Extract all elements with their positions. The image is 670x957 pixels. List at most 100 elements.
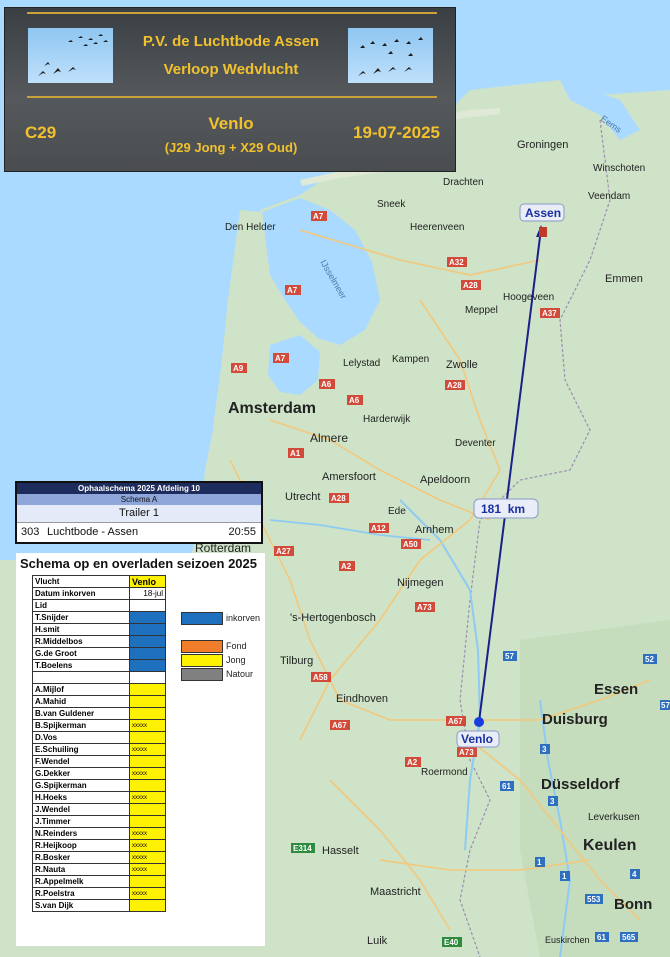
jong-member-value: [129, 899, 166, 912]
svg-text:A73: A73: [417, 603, 432, 612]
svg-text:A27: A27: [276, 547, 291, 556]
jong-member-label: R.Heijkoop: [32, 839, 130, 852]
schedule-name: Luchtbode - Assen: [47, 526, 139, 538]
inkorven-member-value: [129, 647, 166, 660]
city-roermond: Roermond: [421, 767, 468, 778]
city-maastricht: Maastricht: [370, 886, 421, 898]
city-drachten: Drachten: [443, 177, 484, 188]
city-den-helder: Den Helder: [225, 222, 276, 233]
city-apeldoorn: Apeldoorn: [420, 474, 470, 486]
road-57a: 57: [503, 651, 517, 661]
city-hertogenbosch: 's-Hertogenbosch: [290, 612, 376, 624]
road-a6a: A6: [319, 379, 335, 389]
jong-member-label: S.van Dijk: [32, 899, 130, 912]
jong-member-value: xxxxx: [129, 887, 166, 900]
jong-member-value: [129, 731, 166, 744]
jong-member: A.Mahid: [32, 695, 166, 708]
road-3a: 3: [548, 796, 558, 806]
city-ede: Ede: [388, 506, 406, 517]
distance-text: 181 km: [481, 502, 525, 516]
svg-text:A7: A7: [275, 354, 286, 363]
road-e40: E40: [442, 937, 462, 947]
legend-swatch-fond: [181, 640, 223, 653]
road-61a: 61: [500, 781, 514, 791]
jong-member-label: R.Appelmelk: [32, 875, 130, 888]
legend-swatch-natour: [181, 668, 223, 681]
city-amsterdam: Amsterdam: [228, 400, 316, 417]
inkorven-member-label: T.Snijder: [32, 611, 130, 624]
jong-member-label: A.Mijlof: [32, 683, 130, 696]
inkorven-member-value: [129, 635, 166, 648]
svg-text:A28: A28: [331, 494, 346, 503]
city-hoogeveen: Hoogeveen: [503, 292, 554, 303]
city-almere: Almere: [310, 431, 348, 445]
road-a37: A37: [540, 308, 560, 318]
city-bonn: Bonn: [614, 896, 652, 913]
schedule-number: 303: [21, 526, 40, 538]
jong-member: R.Poelstra xxxxx: [32, 887, 166, 900]
race-classes: (J29 Jong + X29 Oud): [164, 140, 298, 155]
birds-image-left: [28, 28, 113, 83]
road-4: 4: [630, 869, 640, 879]
jong-member-value: [129, 875, 166, 888]
svg-text:565: 565: [622, 933, 636, 942]
svg-text:E40: E40: [444, 938, 459, 947]
jong-member: B.Spijkerman xxxxx: [32, 719, 166, 732]
svg-text:4: 4: [632, 870, 637, 879]
city-utrecht: Utrecht: [285, 491, 320, 503]
svg-text:A58: A58: [313, 673, 328, 682]
jong-member-value: xxxxx: [129, 839, 166, 852]
date-row: Datum inkorven 18-jul: [32, 587, 166, 600]
jong-member-label: R.Bosker: [32, 851, 130, 864]
jong-member-value: xxxxx: [129, 767, 166, 780]
inkorven-member-value: [129, 659, 166, 672]
start-label-text: Venlo: [461, 732, 493, 746]
city-zwolle: Zwolle: [446, 359, 478, 371]
inkorven-member-value: [129, 623, 166, 636]
svg-text:A32: A32: [449, 258, 464, 267]
schedule-title: Ophaalschema 2025 Afdeling 10: [17, 483, 261, 494]
spacer-row-value: [129, 671, 166, 684]
jong-member-label: F.Wendel: [32, 755, 130, 768]
legend-label-jong: Jong: [226, 655, 246, 665]
road-a58: A58: [311, 672, 331, 682]
road-a67a: A67: [330, 720, 350, 730]
jong-member-value: [129, 803, 166, 816]
road-a7b: A7: [285, 285, 301, 295]
jong-member-label: R.Nauta: [32, 863, 130, 876]
road-a1: A1: [288, 448, 304, 458]
city-veendam: Veendam: [588, 191, 630, 202]
start-marker[interactable]: [474, 717, 484, 727]
city-kampen: Kampen: [392, 354, 429, 365]
header-banner: P.V. de Luchtbode Assen Verloop Wedvluch…: [4, 7, 456, 172]
svg-text:A28: A28: [463, 281, 478, 290]
road-1b: 1: [560, 871, 570, 881]
lid-row-value: [129, 599, 166, 612]
city-deventer: Deventer: [455, 438, 496, 449]
jong-member-value: xxxxx: [129, 851, 166, 864]
date-row-label: Datum inkorven: [32, 587, 130, 600]
jong-member: E.Schuiling xxxxx: [32, 743, 166, 756]
schedule-schema: Schema A: [17, 494, 261, 505]
birds-image-right: [348, 28, 433, 83]
svg-text:A37: A37: [542, 309, 557, 318]
race-name: Venlo: [208, 114, 254, 133]
banner-divider-top: [27, 12, 437, 14]
road-565: 565: [620, 932, 638, 942]
inkorven-member: T.Snijder: [32, 611, 166, 624]
city-duisburg: Duisburg: [542, 711, 608, 728]
road-a7c: A7: [273, 353, 289, 363]
jong-member: N.Reinders xxxxx: [32, 827, 166, 840]
jong-member-value: [129, 779, 166, 792]
svg-text:A7: A7: [287, 286, 298, 295]
road-a73b: A73: [457, 747, 477, 757]
city-hasselt: Hasselt: [322, 845, 359, 857]
jong-member-value: [129, 815, 166, 828]
header-row-label: Vlucht: [32, 575, 130, 588]
jong-member-label: J.Wendel: [32, 803, 130, 816]
jong-member-label: H.Hoeks: [32, 791, 130, 804]
jong-member: J.Timmer: [32, 815, 166, 828]
svg-text:553: 553: [587, 895, 601, 904]
jong-member: A.Mijlof: [32, 683, 166, 696]
jong-member: F.Wendel: [32, 755, 166, 768]
